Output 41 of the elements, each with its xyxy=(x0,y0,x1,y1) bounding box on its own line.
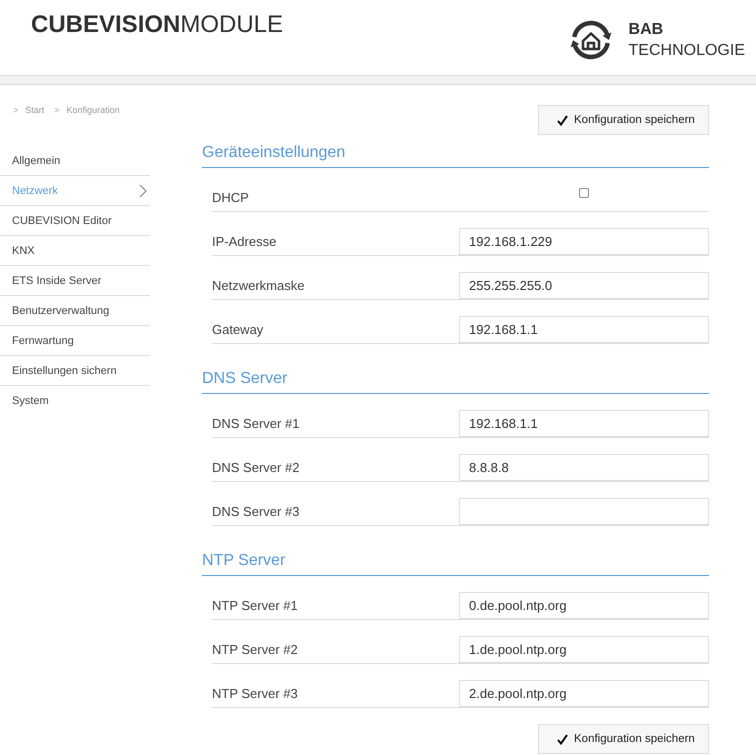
field-label: NTP Server #3 xyxy=(212,686,299,701)
sidebar-item[interactable]: Einstellungen sichern xyxy=(0,356,150,386)
field-label: DNS Server #2 xyxy=(212,460,300,475)
breadcrumb-separator: > xyxy=(54,104,60,116)
brand-name: TECHNOLOGIE xyxy=(628,41,745,61)
check-icon xyxy=(557,734,568,744)
input-field[interactable]: 8.8.8.8 xyxy=(459,454,709,481)
chevron-icon xyxy=(139,184,147,198)
field-label: Gateway xyxy=(212,322,264,337)
input-field[interactable]: 192.168.1.1 xyxy=(459,316,709,343)
product-logo: CUBEVISIONMODULE xyxy=(31,11,284,39)
field-label: NTP Server #2 xyxy=(212,642,299,657)
sidebar-item[interactable]: Benutzerverwaltung xyxy=(0,296,150,326)
field-label: DNS Server #3 xyxy=(212,504,300,519)
checkbox[interactable] xyxy=(579,188,589,198)
input-field[interactable]: 192.168.1.229 xyxy=(459,228,709,255)
brand-name: BAB xyxy=(628,20,664,40)
field-label: DNS Server #1 xyxy=(212,416,300,431)
section-heading: NTP Server xyxy=(202,551,709,576)
field-label: NTP Server #1 xyxy=(212,598,299,613)
field-label: Netzwerkmaske xyxy=(212,278,306,293)
breadcrumb-separator: > xyxy=(13,104,18,116)
input-field[interactable] xyxy=(459,498,709,525)
save-button[interactable]: Konfiguration speichern xyxy=(538,105,709,135)
sidebar-item[interactable]: CUBEVISION Editor xyxy=(0,206,150,236)
sidebar-item[interactable]: Allgemein xyxy=(0,146,150,176)
check-icon xyxy=(557,114,568,126)
field-label: IP-Adresse xyxy=(212,234,278,249)
sidebar-item[interactable]: System xyxy=(0,386,150,416)
section-heading: Geräteeinstellungen xyxy=(202,143,709,168)
save-button[interactable]: Konfiguration speichern xyxy=(538,724,709,754)
sidebar-item[interactable]: ETS Inside Server xyxy=(0,266,150,296)
input-field[interactable]: 2.de.pool.ntp.org xyxy=(459,680,709,707)
input-field[interactable]: 0.de.pool.ntp.org xyxy=(459,592,709,619)
section-heading: DNS Server xyxy=(202,369,709,394)
input-field[interactable]: 255.255.255.0 xyxy=(459,272,709,299)
input-field[interactable]: 1.de.pool.ntp.org xyxy=(459,636,709,663)
sidebar-item[interactable]: Fernwartung xyxy=(0,326,150,356)
sidebar-item[interactable]: KNX xyxy=(0,236,150,266)
field-label: DHCP xyxy=(212,190,250,205)
input-field[interactable]: 192.168.1.1 xyxy=(459,410,709,437)
